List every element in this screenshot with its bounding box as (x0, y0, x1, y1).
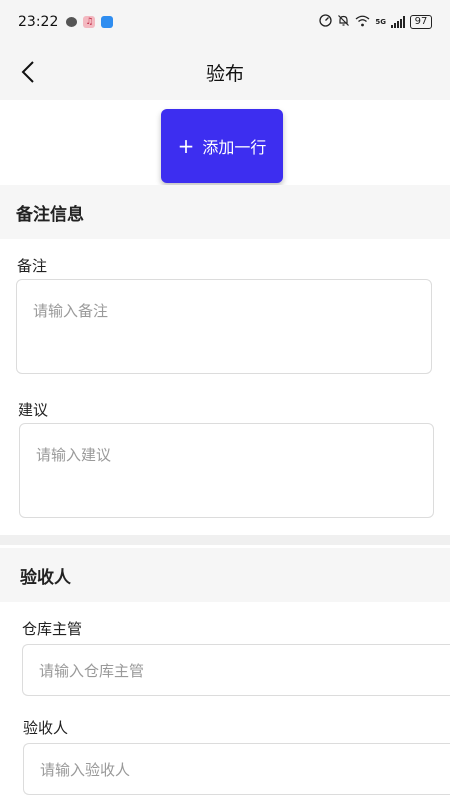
signal-icon (391, 16, 405, 28)
suggestion-label: 建议 (18, 401, 49, 419)
status-right: 5G 97 (319, 14, 432, 30)
acceptor-label: 验收人 (23, 719, 69, 737)
suggestion-placeholder: 请输入建议 (36, 446, 112, 464)
warehouse-manager-placeholder: 请输入仓库主管 (39, 661, 145, 680)
speed-icon (319, 14, 333, 30)
remark-placeholder: 请输入备注 (33, 302, 109, 320)
wifi-icon (355, 15, 370, 30)
plus-icon: + (177, 134, 195, 158)
acceptor-input[interactable]: 请输入验收人 (23, 743, 450, 795)
network-type: 5G (375, 17, 386, 26)
remarks-section-title: 备注信息 (0, 185, 450, 239)
back-button[interactable] (8, 52, 48, 92)
screen: 23:22 ♫ 5G 97 验布 + 添加一行 备注信息 备注 请输入备注 建议… (0, 0, 450, 800)
suggestion-input[interactable]: 请输入建议 (19, 423, 434, 518)
warehouse-manager-label: 仓库主管 (22, 620, 83, 638)
mute-bell-icon (337, 14, 350, 30)
remark-input[interactable]: 请输入备注 (16, 279, 432, 374)
battery-icon: 97 (410, 15, 432, 29)
warehouse-manager-input[interactable]: 请输入仓库主管 (22, 644, 450, 696)
add-row-label: 添加一行 (202, 138, 267, 157)
section-divider (0, 535, 450, 545)
add-row-button[interactable]: + 添加一行 (161, 109, 283, 183)
page-title: 验布 (205, 62, 244, 85)
cloud-icon (101, 16, 114, 28)
wechat-icon (66, 17, 78, 27)
acceptor-placeholder: 请输入验收人 (40, 760, 131, 779)
status-bar: 23:22 ♫ 5G 97 (0, 0, 450, 44)
status-time: 23:22 (18, 14, 59, 30)
back-arrow-icon (21, 61, 34, 83)
acceptor-section-title: 验收人 (0, 548, 450, 602)
status-left: 23:22 ♫ (18, 14, 114, 30)
remark-label: 备注 (17, 257, 48, 275)
nav-bar: 验布 (0, 44, 450, 100)
music-icon: ♫ (83, 16, 96, 28)
